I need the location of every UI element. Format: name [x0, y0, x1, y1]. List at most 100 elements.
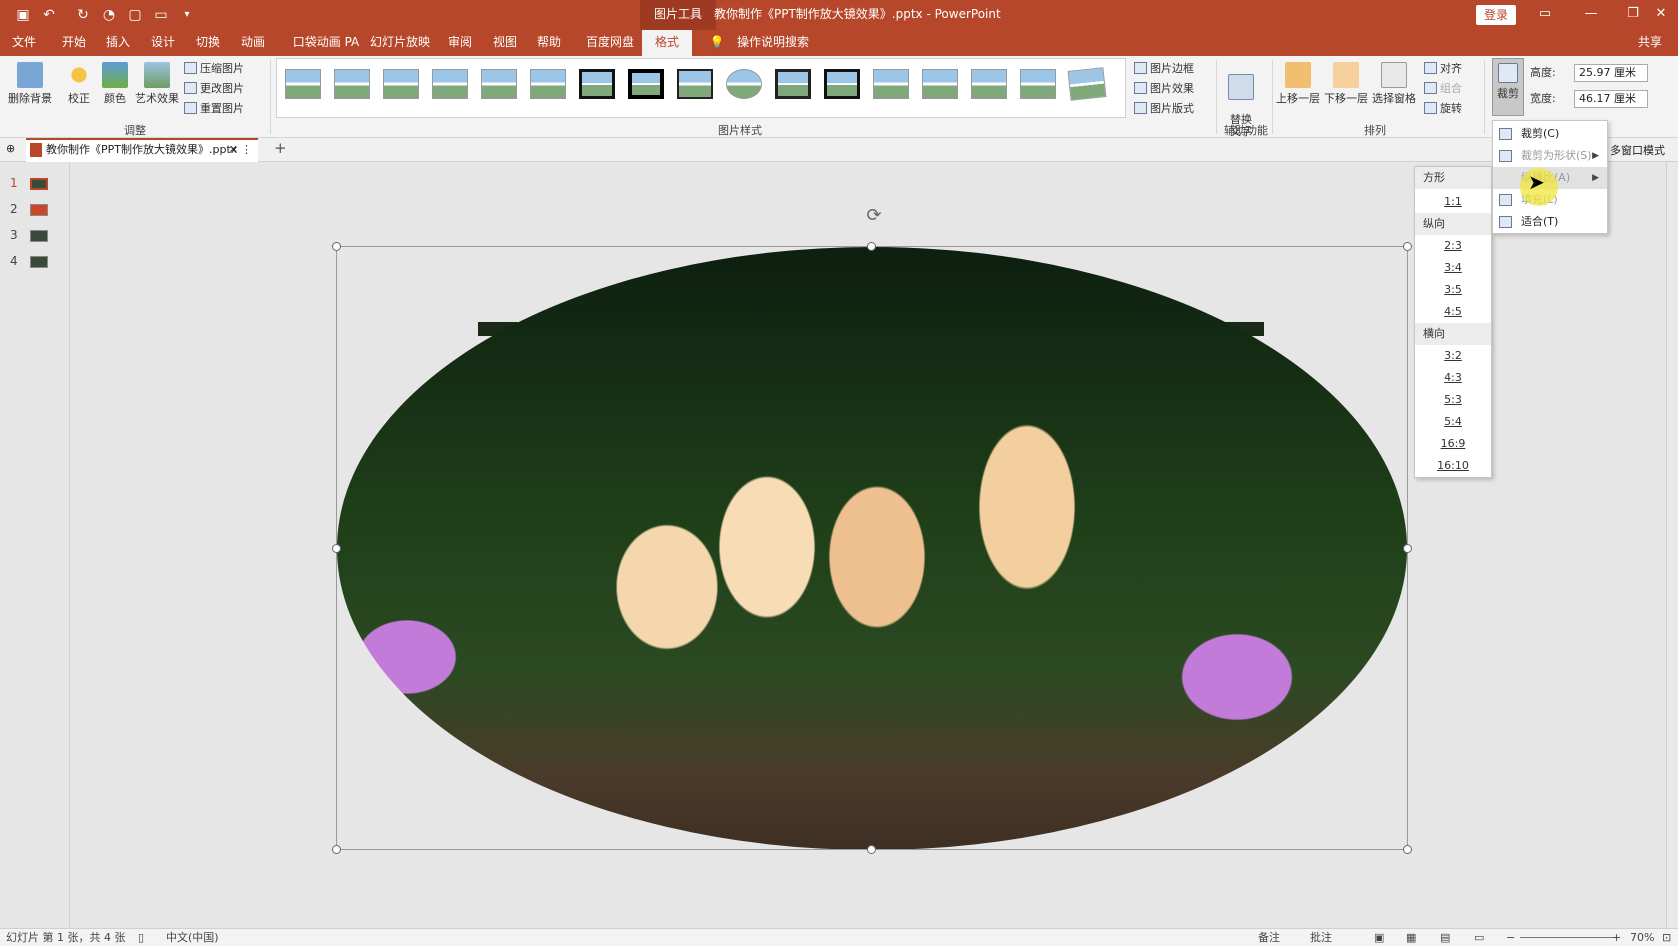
close-icon[interactable]: ✕ [1638, 0, 1678, 30]
remove-background-button[interactable]: 删除背景 [6, 62, 54, 106]
comments-button[interactable]: 批注 [1310, 929, 1332, 946]
resize-handle[interactable] [332, 242, 341, 251]
picture-style-17[interactable] [1067, 67, 1107, 101]
height-input[interactable]: 25.97 厘米 [1574, 64, 1648, 82]
selection-pane-button[interactable]: 选择窗格 [1372, 62, 1416, 106]
picture-style-10[interactable] [726, 69, 762, 99]
ratio-4-5[interactable]: 4:5 [1415, 301, 1491, 323]
tab-home[interactable]: 开始 [56, 30, 92, 56]
zoom-slider[interactable] [1520, 937, 1616, 938]
picture-style-14[interactable] [922, 69, 958, 99]
new-file-icon[interactable]: ▢ [126, 6, 144, 24]
minimize-icon[interactable]: — [1568, 0, 1614, 30]
align-button[interactable]: 对齐 [1424, 60, 1462, 78]
picture-effects-button[interactable]: 图片效果 [1134, 80, 1194, 98]
slide-thumbnail-2[interactable] [30, 204, 48, 216]
picture-style-9[interactable] [677, 69, 713, 99]
zoom-out-icon[interactable]: − [1506, 929, 1515, 946]
ratio-2-3[interactable]: 2:3 [1415, 235, 1491, 257]
picture-style-1[interactable] [285, 69, 321, 99]
picture-style-16[interactable] [1020, 69, 1056, 99]
color-button[interactable]: 颜色 [100, 62, 130, 106]
slide-thumbnail-3[interactable] [30, 230, 48, 242]
resize-handle[interactable] [1403, 544, 1412, 553]
ratio-16-9[interactable]: 16:9 [1415, 433, 1491, 455]
picture-style-11[interactable] [775, 69, 811, 99]
picture-style-13[interactable] [873, 69, 909, 99]
picture-layout-button[interactable]: 图片版式 [1134, 100, 1194, 118]
ribbon-display-icon[interactable]: ▭ [1522, 0, 1568, 30]
tab-review[interactable]: 审阅 [442, 30, 478, 56]
resize-handle[interactable] [332, 845, 341, 854]
open-icon[interactable]: ▭ [152, 6, 170, 24]
ratio-4-3[interactable]: 4:3 [1415, 367, 1491, 389]
picture-style-12[interactable] [824, 69, 860, 99]
redo-icon[interactable]: ↻ [74, 6, 92, 24]
change-picture-button[interactable]: 更改图片 [184, 80, 244, 98]
tab-insert[interactable]: 插入 [100, 30, 136, 56]
ratio-5-3[interactable]: 5:3 [1415, 389, 1491, 411]
slide-sorter-icon[interactable]: ▦ [1406, 929, 1416, 946]
width-input[interactable]: 46.17 厘米 [1574, 90, 1648, 108]
slide-thumbnail-1[interactable] [30, 178, 48, 190]
vertical-scrollbar[interactable] [1666, 162, 1678, 928]
menu-crop-to-shape[interactable]: 裁剪为形状(S) ▶ [1493, 145, 1607, 167]
picture-style-8[interactable] [628, 69, 664, 99]
zoom-level[interactable]: 70% [1630, 929, 1654, 946]
share-button[interactable]: 共享 [1626, 30, 1674, 56]
crop-button[interactable]: 裁剪 [1492, 58, 1524, 116]
ratio-1-1[interactable]: 1:1 [1415, 191, 1491, 213]
tab-transitions[interactable]: 切换 [190, 30, 226, 56]
rotate-button[interactable]: 旋转 [1424, 100, 1462, 118]
fit-slide-icon[interactable]: ⊡ [1662, 929, 1671, 946]
zoom-in-icon[interactable]: + [1612, 929, 1621, 946]
picture-style-15[interactable] [971, 69, 1007, 99]
picture-style-5[interactable] [481, 69, 517, 99]
multi-window-mode[interactable]: 多窗口模式 [1610, 142, 1665, 158]
reset-picture-button[interactable]: 重置图片 [184, 100, 244, 118]
tab-file[interactable]: 文件 [6, 30, 42, 56]
tell-me-search[interactable]: 操作说明搜索 [728, 30, 818, 56]
save-icon[interactable]: ▣ [14, 6, 32, 24]
picture-style-7[interactable] [579, 69, 615, 99]
normal-view-icon[interactable]: ▣ [1374, 929, 1384, 946]
picture-style-2[interactable] [334, 69, 370, 99]
reading-view-icon[interactable]: ▤ [1440, 929, 1450, 946]
customize-qat-icon[interactable]: ▾ [178, 6, 196, 24]
bring-forward-button[interactable]: 上移一层 [1276, 62, 1320, 106]
ratio-16-10[interactable]: 16:10 [1415, 455, 1491, 477]
resize-handle[interactable] [1403, 242, 1412, 251]
picture-style-4[interactable] [432, 69, 468, 99]
resize-handle[interactable] [1403, 845, 1412, 854]
send-backward-button[interactable]: 下移一层 [1324, 62, 1368, 106]
picture-border-button[interactable]: 图片边框 [1134, 60, 1194, 78]
close-tab-icon[interactable]: ✕ [229, 140, 238, 160]
tab-baidu-netdisk[interactable]: 百度网盘 [580, 30, 640, 56]
language-indicator[interactable]: 中文(中国) [166, 929, 219, 946]
undo-icon[interactable]: ↶ [40, 6, 58, 24]
rotate-handle-icon[interactable]: ⟳ [864, 206, 884, 226]
ratio-3-5[interactable]: 3:5 [1415, 279, 1491, 301]
new-tab-icon[interactable]: + [274, 139, 287, 157]
login-button[interactable]: 登录 [1476, 5, 1516, 25]
menu-crop[interactable]: 裁剪(C) [1493, 123, 1607, 145]
resize-handle[interactable] [867, 242, 876, 251]
slide-thumbnail-4[interactable] [30, 256, 48, 268]
picture-style-3[interactable] [383, 69, 419, 99]
group-button[interactable]: 组合 [1424, 80, 1462, 98]
artistic-effects-button[interactable]: 艺术效果 [134, 62, 180, 106]
resize-handle[interactable] [867, 845, 876, 854]
tab-pocket-animation[interactable]: 口袋动画 PA [286, 30, 366, 56]
resize-handle[interactable] [332, 544, 341, 553]
tab-format[interactable]: 格式 [642, 30, 692, 56]
present-icon[interactable]: ◔ [100, 6, 118, 24]
document-tab[interactable]: 教你制作《PPT制作放大镜效果》.pptx ✕ ⋮ [26, 138, 258, 162]
tab-more-icon[interactable]: ⋮ [241, 140, 252, 160]
ratio-5-4[interactable]: 5:4 [1415, 411, 1491, 433]
tab-menu-icon[interactable]: ⊕ [6, 142, 15, 155]
compress-pictures-button[interactable]: 压缩图片 [184, 60, 244, 78]
tab-slideshow[interactable]: 幻灯片放映 [370, 30, 430, 56]
corrections-button[interactable]: 校正 [64, 62, 94, 106]
ratio-3-4[interactable]: 3:4 [1415, 257, 1491, 279]
spellcheck-icon[interactable]: ▯ [138, 929, 144, 946]
